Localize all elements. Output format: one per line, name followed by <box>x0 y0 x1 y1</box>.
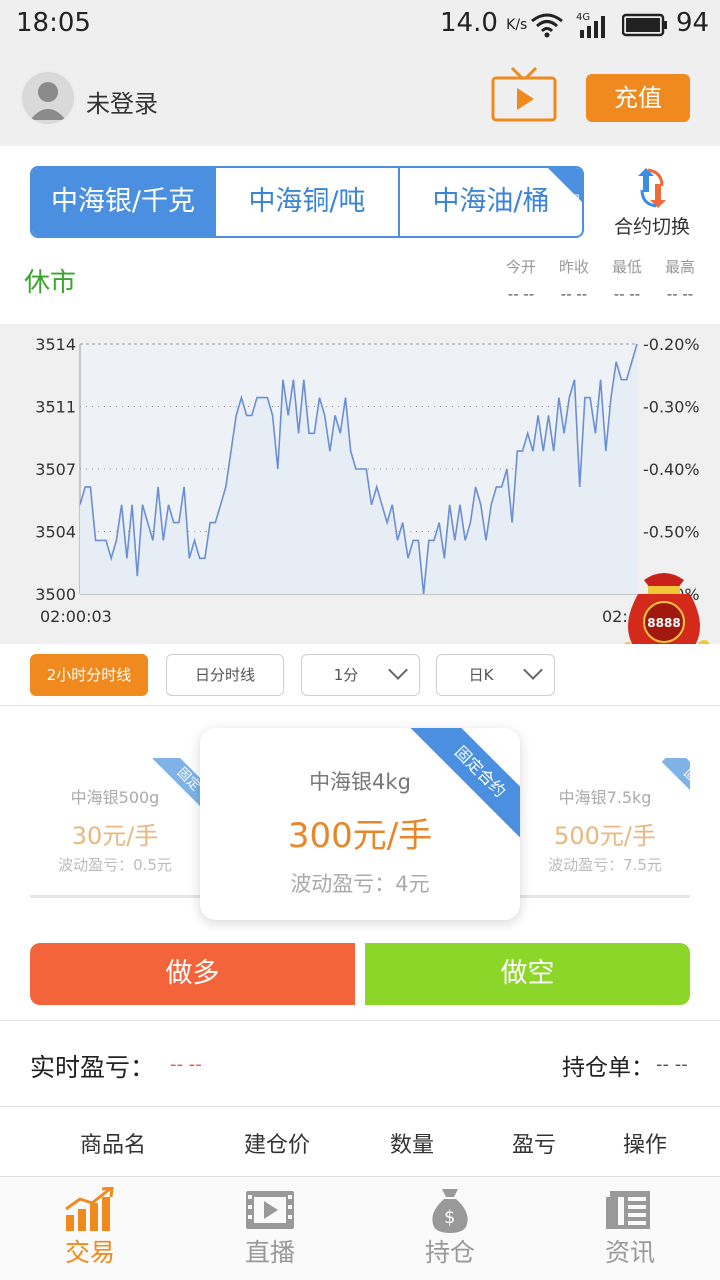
contract-switch-button[interactable]: 合约切换 <box>604 166 700 238</box>
product-card-500g[interactable]: 中海银500g 30元/手 波动盈亏：0.5元 固定 <box>30 758 200 898</box>
signal-type-label: 4G <box>576 12 590 23</box>
quote-prev-close-label: 昨收 <box>558 258 589 276</box>
live-tv-button[interactable] <box>490 64 558 124</box>
nav-news[interactable]: 资讯 <box>570 1177 690 1280</box>
quote-prev-close-value: -- -- <box>560 285 588 303</box>
col-product: 商品名 <box>80 1133 147 1158</box>
product-card-4kg[interactable]: 中海银4kg 300元/手 波动盈亏：4元 固定合约 <box>200 728 520 920</box>
quote-open: 今开 -- -- <box>491 256 551 303</box>
signal-icon: 4G <box>576 12 605 38</box>
chevron-down-icon <box>523 660 543 680</box>
quote-low-label: 最低 <box>611 258 642 276</box>
contract-switch-label: 合约切换 <box>613 216 690 238</box>
y-right-tick-label: -0.50% <box>643 523 700 542</box>
y-tick-label: 3504 <box>35 523 76 542</box>
product-name: 中海银7.5kg <box>558 788 652 807</box>
nav-trade[interactable]: 交易 <box>30 1177 150 1280</box>
battery-icon <box>622 13 667 37</box>
nav-news-label: 资讯 <box>604 1238 655 1267</box>
battery-level: 94 <box>676 8 710 38</box>
positions-table-header: 商品名 建仓价 数量 盈亏 操作 <box>0 1107 720 1173</box>
status-bar: 18:05 14.0 K/s 4G 94 <box>0 0 720 50</box>
network-speed-unit: K/s <box>506 17 528 33</box>
product-card-7-5kg[interactable]: 中海银7.5kg 500元/手 波动盈亏：7.5元 固 <box>520 758 690 898</box>
tab-oil[interactable]: 中海油/桶 固 <box>400 168 582 236</box>
avatar[interactable] <box>20 70 76 126</box>
y-right-tick-label: -0.30% <box>643 398 700 417</box>
period-daily-line[interactable]: 日分时线 <box>166 654 284 696</box>
nav-live[interactable]: 直播 <box>210 1177 330 1280</box>
chevron-down-icon <box>388 660 408 680</box>
realtime-pnl-label: 实时盈亏： <box>30 1053 156 1082</box>
user-avatar-icon <box>30 82 66 120</box>
y-tick-label: 3511 <box>35 398 76 417</box>
quote-prev-close: 昨收 -- -- <box>544 256 604 303</box>
col-quantity: 数量 <box>390 1133 435 1158</box>
period-daily-k-dropdown[interactable]: 日K <box>436 654 555 696</box>
fixed-badge: 固 <box>566 194 580 210</box>
product-price: 30元/手 <box>71 822 159 850</box>
product-price: 300元/手 <box>287 816 433 856</box>
y-tick-label: 3500 <box>35 585 76 604</box>
realtime-pnl-value: -- -- <box>170 1054 202 1075</box>
col-pnl: 盈亏 <box>512 1133 557 1158</box>
film-play-icon <box>246 1191 294 1229</box>
position-count-value: -- -- <box>656 1054 688 1075</box>
nav-positions-label: 持仓 <box>424 1238 475 1267</box>
quote-low: 最低 -- -- <box>597 256 657 303</box>
app-header: 未登录 充值 <box>0 50 720 146</box>
quote-low-value: -- -- <box>613 285 641 303</box>
y-tick-label: 3507 <box>35 460 76 479</box>
bottom-nav: 交易 直播 $ 持仓 资讯 <box>0 1176 720 1280</box>
x-tick-label: 02:00:03 <box>40 607 112 626</box>
tab-oil-label: 中海油/桶 <box>432 186 550 217</box>
divider <box>0 1020 720 1021</box>
product-name: 中海银500g <box>70 788 160 807</box>
nav-trade-label: 交易 <box>64 1238 115 1267</box>
lucky-bag-amount: 8888 <box>647 616 681 630</box>
nav-live-label: 直播 <box>244 1238 295 1267</box>
quote-open-label: 今开 <box>505 258 536 276</box>
y-tick-label: 3514 <box>35 335 76 354</box>
quote-open-value: -- -- <box>507 285 535 303</box>
market-status: 休市 <box>24 268 77 298</box>
product-price: 500元/手 <box>554 822 656 850</box>
period-selector: 2小时分时线 日分时线 1分 日K <box>0 644 720 706</box>
contract-tabs: 中海银/千克 中海铜/吨 中海油/桶 固 <box>30 166 584 238</box>
recharge-button[interactable]: 充值 <box>586 74 690 122</box>
login-status[interactable]: 未登录 <box>86 84 158 119</box>
svg-text:$: $ <box>444 1207 455 1228</box>
sell-short-button[interactable]: 做空 <box>365 943 690 1005</box>
position-count-label: 持仓单： <box>562 1055 654 1081</box>
network-speed-value: 14.0 <box>440 8 498 38</box>
col-action: 操作 <box>623 1133 668 1158</box>
network-speed: 14.0 K/s <box>440 8 527 38</box>
period-daily-k-label: 日K <box>468 666 494 684</box>
product-fluctuation: 波动盈亏：7.5元 <box>548 856 662 874</box>
trade-chart-icon <box>65 1187 114 1231</box>
y-right-tick-label: -0.20% <box>643 335 700 354</box>
tab-silver[interactable]: 中海银/千克 <box>32 168 216 236</box>
period-minute-dropdown[interactable]: 1分 <box>301 654 420 696</box>
live-tv-icon <box>491 66 557 122</box>
quote-high-value: -- -- <box>666 285 694 303</box>
tab-copper[interactable]: 中海铜/吨 <box>216 168 400 236</box>
quote-high-label: 最高 <box>664 258 695 276</box>
status-time: 18:05 <box>16 8 91 38</box>
money-bag-icon: $ <box>432 1189 468 1233</box>
nav-positions[interactable]: $ 持仓 <box>390 1177 510 1280</box>
quote-high: 最高 -- -- <box>650 256 710 303</box>
product-fluctuation: 波动盈亏：4元 <box>290 872 430 896</box>
period-2h[interactable]: 2小时分时线 <box>30 654 148 696</box>
wifi-icon <box>531 13 563 38</box>
product-fluctuation: 波动盈亏：0.5元 <box>58 856 172 874</box>
news-list-icon <box>606 1191 650 1229</box>
buy-long-button[interactable]: 做多 <box>30 943 355 1005</box>
period-minute-label: 1分 <box>333 666 359 684</box>
y-right-tick-label: -0.40% <box>643 460 700 479</box>
col-open-price: 建仓价 <box>244 1133 311 1158</box>
refresh-arrows-icon <box>638 168 666 208</box>
